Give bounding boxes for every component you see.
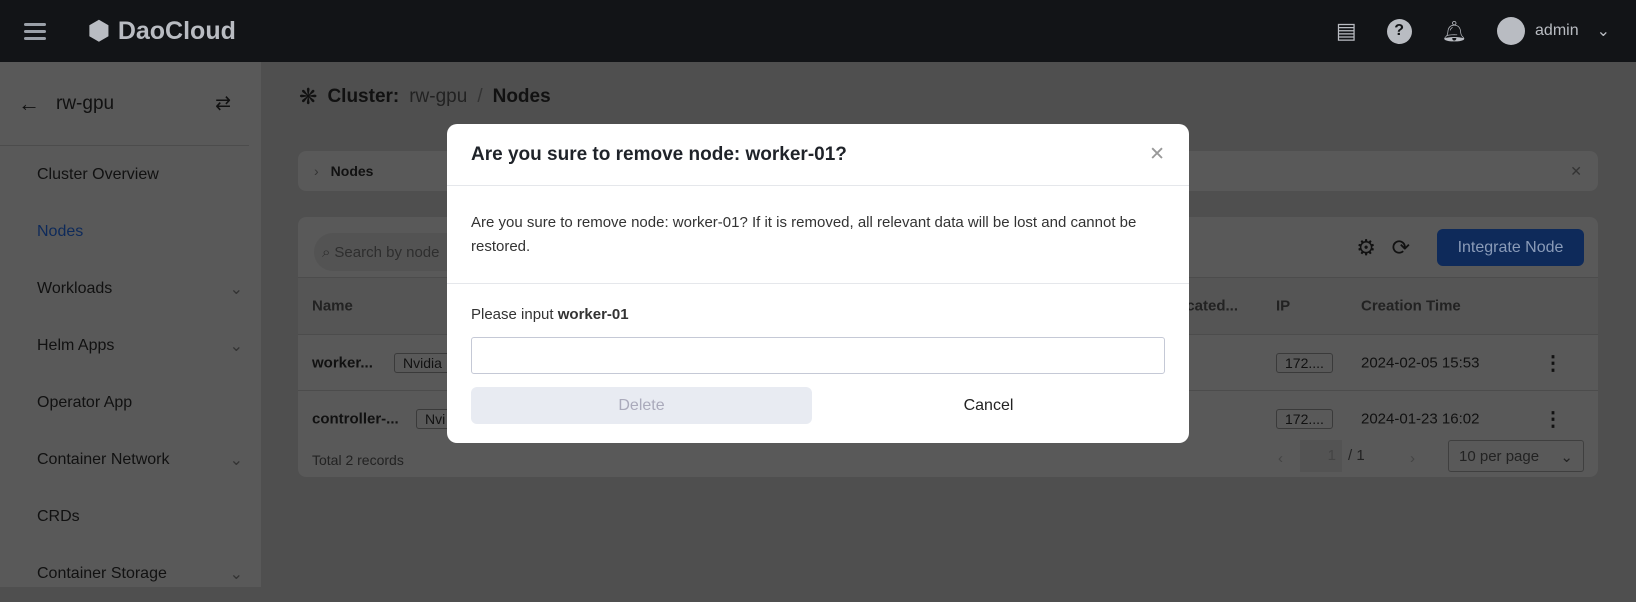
sidebar-item-label: Nodes bbox=[37, 222, 84, 240]
prev-page-icon[interactable]: ‹ bbox=[1278, 450, 1283, 467]
search-icon: ⌕ bbox=[322, 243, 331, 261]
sidebar-item-label: Cluster Overview bbox=[37, 165, 159, 183]
chevron-down-icon: ⌄ bbox=[229, 280, 243, 298]
page-input[interactable]: 1 bbox=[1300, 440, 1342, 472]
breadcrumb-sep: / bbox=[477, 86, 483, 107]
avatar bbox=[1497, 17, 1526, 45]
dialog-title: Are you sure to remove node: worker-01? bbox=[471, 143, 847, 165]
gpu-tag: Nvidia bbox=[394, 352, 451, 373]
cube-icon: ⬢ bbox=[88, 17, 110, 45]
refresh-icon[interactable]: ⟳ bbox=[1392, 235, 1410, 261]
cluster-icon: ❋ bbox=[299, 84, 318, 109]
logo[interactable]: ⬢ DaoCloud bbox=[88, 16, 236, 46]
col-name[interactable]: Name bbox=[312, 298, 353, 315]
sidebar-item-workloads[interactable]: Workloads ⌄ bbox=[0, 260, 261, 317]
ip-tag: 172.... bbox=[1276, 352, 1333, 373]
breadcrumb-prefix: Cluster: bbox=[327, 86, 400, 107]
sidebar-item-container-network[interactable]: Container Network ⌄ bbox=[0, 431, 261, 488]
sidebar-item-container-storage[interactable]: Container Storage ⌄ bbox=[0, 545, 261, 602]
sidebar-item-operator-app[interactable]: Operator App bbox=[0, 374, 261, 431]
gear-icon[interactable]: ⚙ bbox=[1356, 235, 1376, 261]
bell-icon[interactable]: 🔔︎ bbox=[1442, 19, 1467, 44]
more-actions-icon[interactable]: ⋮ bbox=[1543, 350, 1563, 375]
col-created[interactable]: Creation Time bbox=[1361, 298, 1461, 315]
chevron-down-icon: ⌄ bbox=[1596, 23, 1610, 40]
prompt-node-name: worker-01 bbox=[557, 306, 629, 323]
sidebar-item-label: CRDs bbox=[37, 507, 80, 525]
delete-button[interactable]: Delete bbox=[471, 387, 812, 424]
confirm-node-name-input[interactable] bbox=[471, 337, 1165, 374]
remove-node-dialog: Are you sure to remove node: worker-01? ✕… bbox=[447, 124, 1189, 443]
cancel-button[interactable]: Cancel bbox=[812, 397, 1165, 415]
brand-name: DaoCloud bbox=[117, 16, 236, 45]
back-arrow-icon[interactable]: ← bbox=[18, 91, 40, 117]
chevron-right-icon[interactable]: › bbox=[314, 163, 319, 179]
sidebar-item-label: Helm Apps bbox=[37, 336, 115, 354]
close-icon[interactable]: ✕ bbox=[1149, 143, 1165, 166]
sidebar: ← rw-gpu ⇄ Cluster Overview Nodes Workloads ⌄… bbox=[0, 62, 261, 587]
prompt-label: Please input bbox=[471, 306, 554, 323]
top-bar: ⬢ DaoCloud ▤ ? 🔔︎ admin ⌄ bbox=[0, 0, 1636, 62]
chevron-down-icon: ⌄ bbox=[229, 337, 243, 355]
breadcrumb-cluster[interactable]: rw-gpu bbox=[409, 86, 467, 108]
ip-tag: 172.... bbox=[1276, 408, 1333, 429]
sidebar-item-label: Workloads bbox=[37, 279, 113, 297]
breadcrumb-page: Nodes bbox=[492, 86, 551, 107]
sidebar-item-crds[interactable]: CRDs bbox=[0, 488, 261, 545]
col-ip[interactable]: IP bbox=[1276, 298, 1290, 315]
sidebar-item-cluster-overview[interactable]: Cluster Overview bbox=[0, 146, 261, 203]
sidebar-item-label: Container Network bbox=[37, 450, 170, 468]
creation-time: 2024-02-05 15:53 bbox=[1361, 354, 1480, 371]
chevron-down-icon: ⌄ bbox=[1560, 449, 1573, 466]
sidebar-item-label: Operator App bbox=[37, 393, 133, 411]
help-icon[interactable]: ? bbox=[1386, 18, 1412, 44]
sidebar-item-nodes[interactable]: Nodes bbox=[0, 203, 261, 260]
chevron-down-icon: ⌄ bbox=[229, 565, 243, 583]
breadcrumb: ❋ Cluster: rw-gpu / Nodes bbox=[299, 84, 551, 110]
node-name[interactable]: controller-... bbox=[312, 410, 399, 427]
cluster-name: rw-gpu bbox=[56, 92, 115, 114]
creation-time: 2024-01-23 16:02 bbox=[1361, 410, 1480, 427]
total-records: Total 2 records bbox=[312, 452, 404, 468]
username: admin bbox=[1535, 22, 1579, 39]
close-icon[interactable]: ✕ bbox=[1570, 163, 1582, 180]
sidebar-item-helm-apps[interactable]: Helm Apps ⌄ bbox=[0, 317, 261, 374]
integrate-node-button[interactable]: Integrate Node bbox=[1437, 229, 1584, 266]
next-page-icon[interactable]: › bbox=[1410, 450, 1415, 467]
dialog-message: Are you sure to remove node: worker-01? … bbox=[447, 186, 1189, 284]
message-icon[interactable]: ▤ bbox=[1336, 18, 1357, 44]
per-page-select[interactable]: 10 per page ⌄ bbox=[1448, 440, 1584, 472]
user-menu[interactable]: admin ⌄ bbox=[1497, 17, 1610, 45]
per-page-value: 10 per page bbox=[1459, 448, 1540, 465]
page-total: / 1 bbox=[1348, 447, 1365, 464]
sidebar-item-label: Container Storage bbox=[37, 564, 167, 582]
band-label: Nodes bbox=[330, 163, 374, 179]
switch-cluster-icon[interactable]: ⇄ bbox=[215, 92, 231, 115]
chevron-down-icon: ⌄ bbox=[229, 451, 243, 469]
more-actions-icon[interactable]: ⋮ bbox=[1543, 406, 1563, 431]
menu-icon[interactable] bbox=[24, 19, 46, 44]
search-placeholder: Search by node bbox=[334, 243, 440, 261]
node-name[interactable]: worker... bbox=[312, 354, 373, 371]
